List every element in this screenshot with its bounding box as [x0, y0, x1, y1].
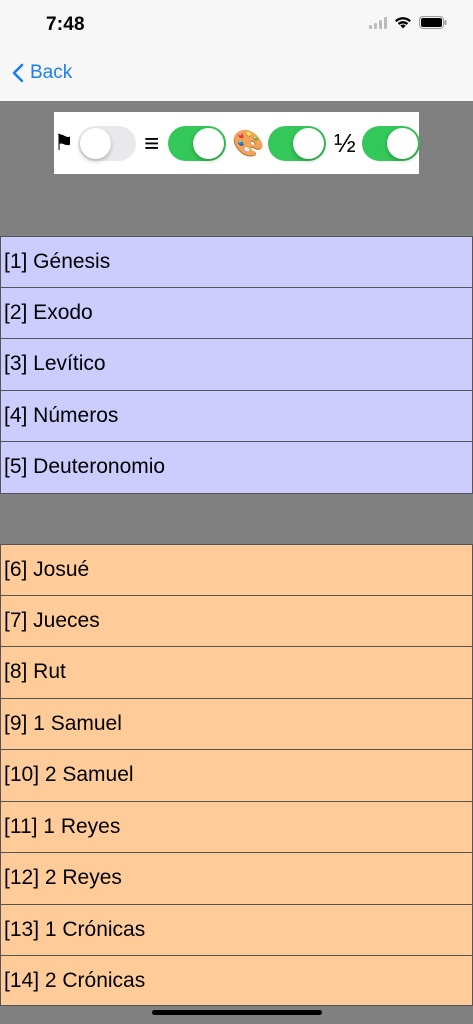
book-group-historical: [6] Josué [7] Jueces [8] Rut [9] 1 Samue… [0, 544, 473, 1006]
list-item[interactable]: [9] 1 Samuel [0, 698, 473, 750]
flag-icon: ⚑ [54, 130, 74, 155]
wifi-icon [395, 17, 411, 29]
list-item[interactable]: [8] Rut [0, 647, 473, 699]
menu-toggle[interactable] [168, 125, 226, 161]
home-indicator [152, 1010, 322, 1015]
list-item[interactable]: [5] Deuteronomio [0, 442, 473, 494]
book-group-pentateuch: [1] Génesis [2] Exodo [3] Levítico [4] N… [0, 236, 473, 494]
signal-icon [369, 16, 387, 29]
status-time: 7:48 [46, 14, 85, 35]
list-item[interactable]: [3] Levítico [0, 339, 473, 391]
palette-icon: 🎨 [232, 128, 265, 158]
switch-knob [193, 127, 224, 159]
list-item[interactable]: [13] 1 Crónicas [0, 904, 473, 956]
half-toggle-group: ½ [334, 125, 420, 161]
list-item[interactable]: [1] Génesis [0, 236, 473, 288]
flag-toggle[interactable] [78, 125, 136, 161]
status-bar: 7:48 [0, 0, 473, 48]
list-item[interactable]: [12] 2 Reyes [0, 853, 473, 905]
half-toggle[interactable] [362, 125, 420, 161]
switch-knob [293, 127, 324, 159]
list-item[interactable]: [7] Jueces [0, 595, 473, 647]
navigation-bar: Back [0, 48, 473, 101]
status-icons [369, 16, 447, 29]
switch-knob [387, 127, 418, 159]
chevron-left-icon [12, 63, 24, 83]
list-item[interactable]: [4] Números [0, 390, 473, 442]
list-item[interactable]: [2] Exodo [0, 287, 473, 339]
back-button[interactable]: Back [12, 62, 72, 84]
list-item[interactable]: [10] 2 Samuel [0, 750, 473, 802]
menu-toggle-group: ≡ [144, 125, 226, 161]
battery-icon [419, 16, 447, 29]
palette-toggle[interactable] [268, 125, 326, 161]
list-item[interactable]: [11] 1 Reyes [0, 801, 473, 853]
menu-lines-icon: ≡ [144, 128, 160, 158]
toggles-panel: ⚑ ≡ 🎨 ½ [54, 112, 420, 174]
list-item[interactable]: [14] 2 Crónicas [0, 956, 473, 1006]
half-icon: ½ [334, 128, 356, 158]
flag-toggle-group: ⚑ [54, 125, 136, 161]
switch-knob [80, 127, 111, 159]
list-item[interactable]: [6] Josué [0, 544, 473, 596]
palette-toggle-group: 🎨 [232, 125, 326, 161]
back-label: Back [30, 62, 73, 83]
